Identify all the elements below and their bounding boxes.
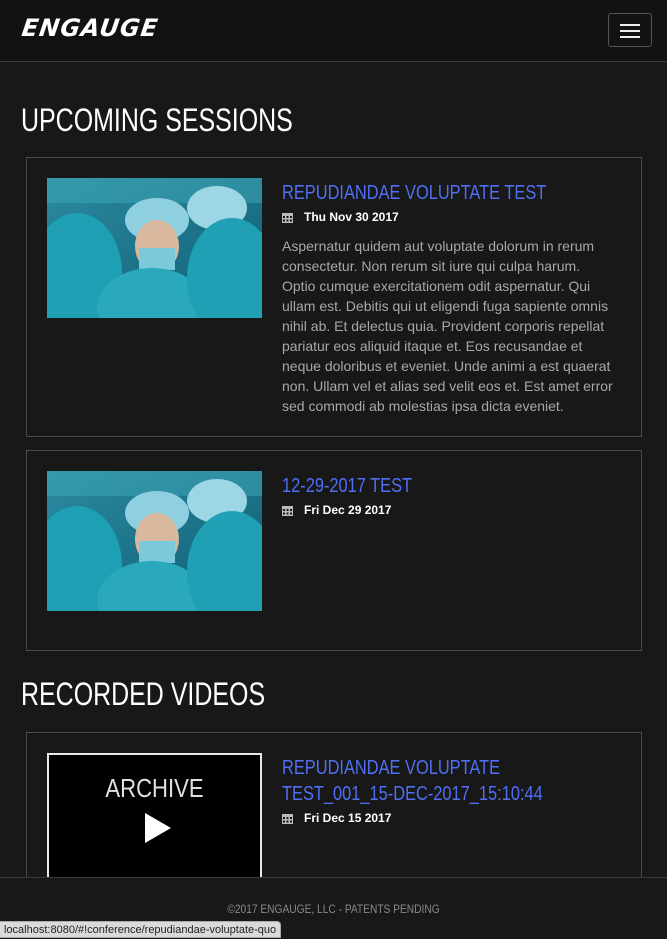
session-title-link[interactable]: 12-29-2017 TEST xyxy=(282,473,565,499)
session-date-text: Thu Nov 30 2017 xyxy=(304,210,399,224)
session-description: Aspernatur quidem aut voluptate dolorum … xyxy=(282,238,613,414)
session-date: Thu Nov 30 2017 xyxy=(282,209,399,225)
hamburger-menu-icon-bar xyxy=(620,30,640,32)
archive-label: ARCHIVE xyxy=(105,773,204,803)
calendar-icon xyxy=(282,505,293,516)
calendar-icon xyxy=(282,813,293,824)
menu-toggle-button[interactable] xyxy=(608,13,652,47)
video-date-text: Fri Dec 15 2017 xyxy=(304,811,392,825)
calendar-icon xyxy=(282,212,293,223)
video-title-link[interactable]: REPUDIANDAE VOLUPTATE TEST_001_15-DEC-20… xyxy=(282,755,565,807)
top-navbar: ENGAUGE xyxy=(0,0,667,62)
browser-status-url: localhost:8080/#!conference/repudiandae-… xyxy=(0,921,282,938)
session-card[interactable]: 12-29-2017 TEST Fri Dec 29 2017 xyxy=(26,450,642,651)
video-date: Fri Dec 15 2017 xyxy=(282,810,391,826)
session-title-link[interactable]: REPUDIANDAE VOLUPTATE TEST xyxy=(282,180,565,206)
play-icon[interactable] xyxy=(145,813,171,843)
upcoming-sessions-heading: UPCOMING SESSIONS xyxy=(21,102,293,138)
session-thumbnail[interactable] xyxy=(47,471,262,611)
hamburger-menu-icon-bar xyxy=(620,36,640,38)
session-thumbnail[interactable] xyxy=(47,178,262,318)
brand-logo[interactable]: ENGAUGE xyxy=(20,14,160,42)
session-card[interactable]: REPUDIANDAE VOLUPTATE TEST Thu Nov 30 20… xyxy=(26,157,642,437)
session-date-text: Fri Dec 29 2017 xyxy=(304,503,392,517)
footer-copyright: ©2017 ENGAUGE, LLC - PATENTS PENDING xyxy=(227,902,440,916)
session-date: Fri Dec 29 2017 xyxy=(282,502,391,518)
video-card[interactable]: ARCHIVE REPUDIANDAE VOLUPTATE TEST_001_1… xyxy=(26,732,642,913)
hamburger-menu-icon xyxy=(620,24,640,26)
recorded-videos-heading: RECORDED VIDEOS xyxy=(21,676,266,712)
